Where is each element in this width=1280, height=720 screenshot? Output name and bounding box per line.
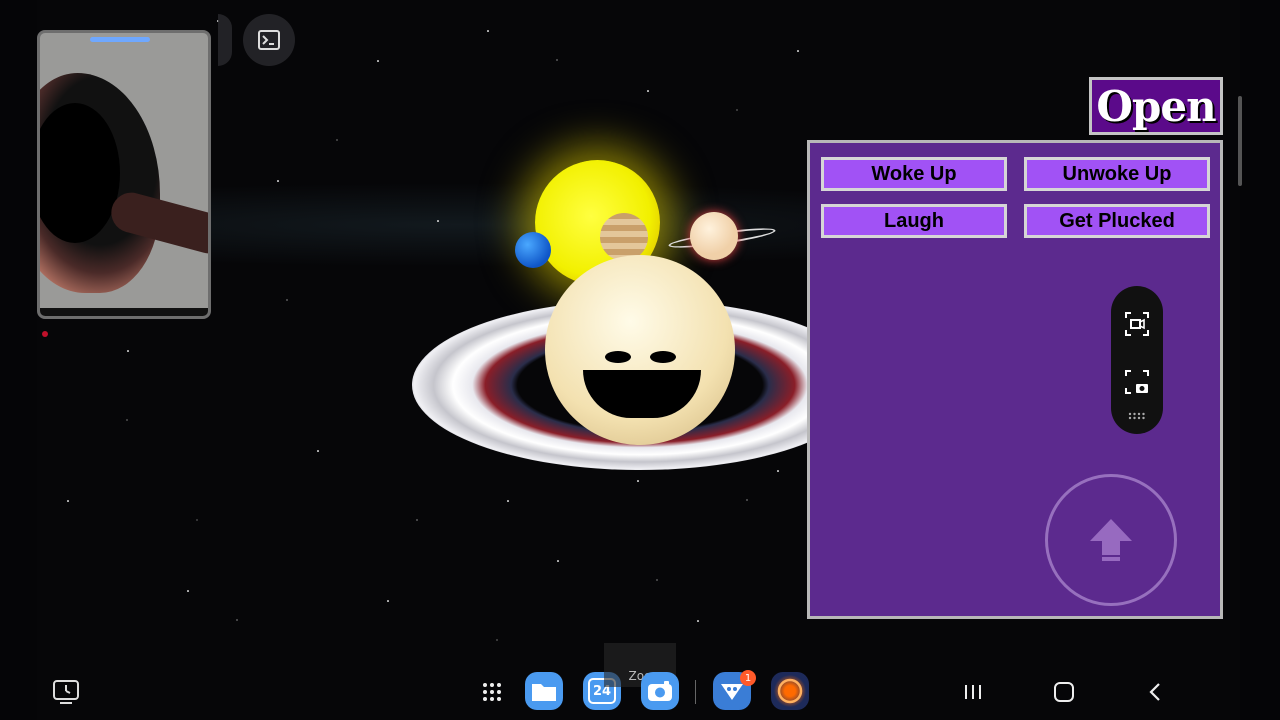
planet-eye-left bbox=[605, 351, 631, 363]
screenshot-record-button[interactable] bbox=[1123, 310, 1151, 338]
striped-planet bbox=[600, 213, 648, 261]
scrollbar[interactable] bbox=[1238, 96, 1242, 186]
cream-planet bbox=[690, 212, 738, 260]
unwoke-up-button[interactable]: Unwoke Up bbox=[1024, 157, 1210, 191]
record-dot bbox=[42, 331, 48, 337]
planet-eye-right bbox=[650, 351, 676, 363]
screen-capture-button[interactable] bbox=[1123, 368, 1151, 396]
screen-recorder-toolbar bbox=[1111, 286, 1163, 434]
browser-app-icon bbox=[777, 678, 803, 704]
jump-arrow-icon bbox=[1090, 519, 1132, 561]
home-button[interactable] bbox=[1048, 676, 1080, 708]
blue-planet bbox=[515, 232, 551, 268]
terminal-button[interactable] bbox=[243, 14, 295, 66]
laughing-planet bbox=[545, 255, 735, 445]
files-app[interactable] bbox=[525, 672, 563, 710]
laugh-button[interactable]: Laugh bbox=[821, 204, 1007, 238]
get-plucked-button[interactable]: Get Plucked bbox=[1024, 204, 1210, 238]
drag-dots-icon[interactable] bbox=[1128, 412, 1146, 420]
screenshot-record-icon bbox=[1125, 312, 1149, 336]
jump-button[interactable] bbox=[1045, 474, 1177, 606]
video-preview[interactable] bbox=[37, 30, 211, 319]
screen-history-icon bbox=[53, 680, 79, 704]
recent-screen-button[interactable] bbox=[50, 676, 82, 708]
screen-capture-icon bbox=[1125, 370, 1149, 394]
files-icon bbox=[532, 684, 556, 701]
recents-button[interactable] bbox=[957, 676, 989, 708]
back-button[interactable] bbox=[1139, 676, 1171, 708]
woke-up-button[interactable]: Woke Up bbox=[821, 157, 1007, 191]
camera-app[interactable] bbox=[641, 672, 679, 710]
pip-bottom-bar bbox=[40, 308, 208, 316]
terminal-icon bbox=[258, 30, 280, 50]
browser-app[interactable] bbox=[771, 672, 809, 710]
planet-mouth bbox=[583, 370, 701, 418]
toolbar-edge bbox=[218, 14, 232, 66]
apps-grid-icon bbox=[483, 683, 501, 701]
notification-badge: 1 bbox=[740, 670, 756, 686]
home-icon bbox=[1054, 682, 1074, 702]
pip-drag-handle[interactable] bbox=[90, 37, 150, 42]
dock-divider bbox=[695, 680, 696, 704]
back-icon bbox=[1149, 683, 1160, 701]
recents-icon bbox=[965, 685, 981, 699]
camera-icon bbox=[648, 681, 672, 701]
open-button[interactable]: Open bbox=[1089, 77, 1223, 135]
apps-grid-button[interactable] bbox=[476, 676, 508, 708]
